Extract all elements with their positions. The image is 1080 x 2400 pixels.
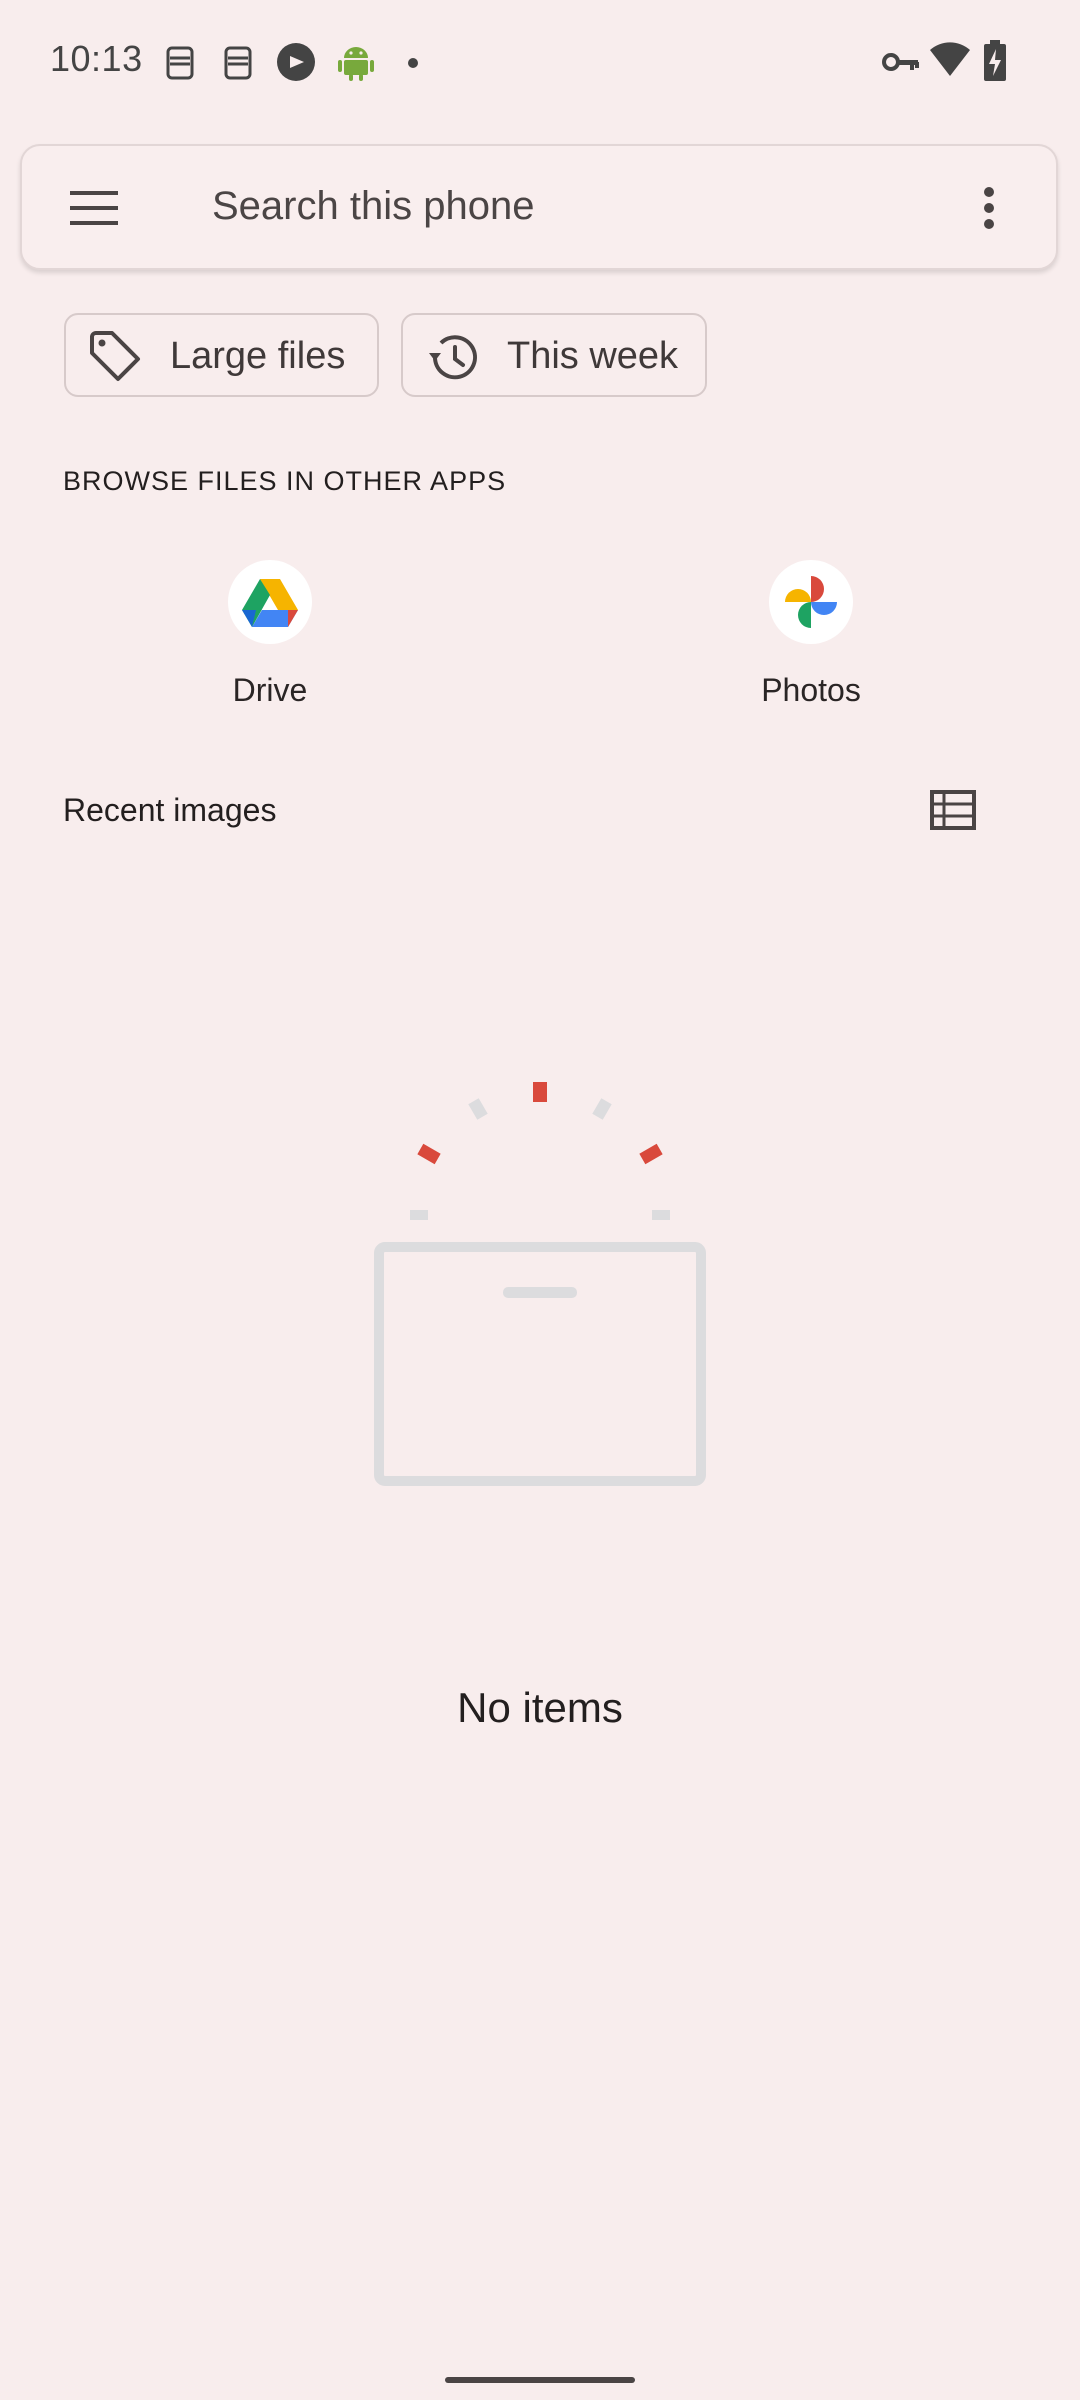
- wifi-icon: [930, 42, 970, 76]
- more-vert-icon[interactable]: [982, 186, 996, 230]
- vpn-key-icon: [882, 53, 919, 71]
- chip-large-files[interactable]: Large files: [64, 313, 379, 397]
- search-input[interactable]: Search this phone: [212, 184, 534, 229]
- google-drive-icon: [242, 579, 298, 627]
- battery-charging-icon: [984, 40, 1006, 81]
- chip-large-files-label: Large files: [170, 335, 346, 377]
- search-bar[interactable]: Search this phone: [20, 144, 1058, 270]
- app-drive-label: Drive: [232, 672, 308, 708]
- empty-state-message: No items: [457, 1684, 623, 1731]
- list-view-icon[interactable]: [930, 790, 976, 830]
- chip-this-week[interactable]: This week: [401, 313, 707, 397]
- app-photos-label: Photos: [761, 672, 861, 708]
- hamburger-menu-icon[interactable]: [70, 190, 120, 226]
- bot-icon: [166, 46, 194, 80]
- google-photos-icon: [785, 576, 837, 628]
- notification-dot-icon: [408, 58, 418, 68]
- home-indicator[interactable]: [445, 2377, 635, 2383]
- app-drive[interactable]: Drive: [170, 552, 370, 722]
- browse-section-title: BROWSE FILES IN OTHER APPS: [63, 466, 507, 496]
- photos-icon-circle: [769, 560, 853, 644]
- tag-icon: [90, 331, 140, 381]
- android-icon: [338, 47, 374, 81]
- history-icon: [429, 335, 477, 380]
- browser-icon: [277, 43, 315, 81]
- drive-icon-circle: [228, 560, 312, 644]
- empty-box-illustration: [374, 1082, 706, 1486]
- status-time: 10:13: [50, 38, 143, 79]
- chip-this-week-label: This week: [507, 335, 679, 377]
- recent-images-title: Recent images: [63, 792, 277, 828]
- app-photos[interactable]: Photos: [711, 552, 911, 722]
- bot-icon: [224, 46, 252, 80]
